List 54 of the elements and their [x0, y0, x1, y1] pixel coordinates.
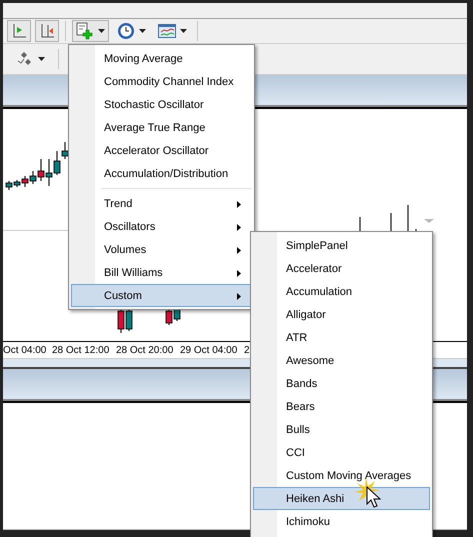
menu-item[interactable]: Commodity Channel Index [71, 70, 252, 93]
menu-item[interactable]: Average True Range [71, 116, 252, 139]
menu-item[interactable]: CCI [253, 441, 430, 464]
caret-icon [180, 29, 187, 33]
toolbar-button[interactable] [7, 20, 31, 42]
menu-item[interactable]: Awesome [253, 349, 430, 372]
menu-item[interactable]: Accelerator Oscillator [71, 139, 252, 162]
menu-item-label: Accelerator Oscillator [104, 145, 209, 157]
toolbar-button[interactable] [35, 20, 59, 42]
menu-item[interactable]: Accumulation/Distribution [71, 162, 252, 185]
menu-item[interactable]: Trend [71, 192, 252, 215]
menu-item-label: Commodity Channel Index [104, 76, 234, 88]
time-axis-label: 28 Oct 20:00 [116, 344, 174, 356]
menu-item[interactable]: Volumes [71, 238, 252, 261]
menu-item-label: Stochastic Oscillator [104, 99, 204, 111]
scroll-marker-icon [424, 219, 434, 223]
toolbar-button[interactable] [72, 20, 109, 42]
time-axis-label: 29 Oct 04:00 [180, 344, 238, 356]
time-axis-label: 28 Oct 12:00 [52, 344, 110, 356]
chart-shift-icon [39, 23, 55, 39]
chart-scroll-icon [11, 23, 27, 39]
caret-icon [139, 29, 146, 33]
menu-item[interactable]: Oscillators [71, 215, 252, 238]
menu-item-label: Accumulation/Distribution [104, 168, 228, 180]
menu-item-label: Trend [104, 198, 132, 210]
menu-item[interactable]: Moving Average [71, 47, 252, 70]
menu-item[interactable]: Accelerator [253, 257, 430, 280]
menu-item[interactable]: ATR [253, 326, 430, 349]
menu-item[interactable]: Alligator [253, 303, 430, 326]
menu-item[interactable]: Heiken Ashi [253, 487, 430, 510]
time-axis-label: Oct 04:00 [3, 344, 48, 356]
menu-item-label: Average True Range [104, 122, 206, 134]
menu-item[interactable]: Bulls [253, 418, 430, 441]
caret-icon [98, 29, 105, 33]
menu-item-label: Volumes [104, 244, 146, 256]
menu-item-label: Oscillators [104, 221, 156, 233]
time-axis-label: 2 [244, 344, 251, 356]
menu-item[interactable]: Custom [71, 284, 252, 307]
menu-item-label: Bill Williams [104, 267, 163, 279]
menu-item[interactable]: Bears [253, 395, 430, 418]
menu-item-label: Custom [104, 290, 142, 302]
add-indicator-icon [76, 22, 94, 40]
template-icon [158, 23, 176, 39]
clock-icon [117, 22, 135, 40]
menu-item[interactable]: Bill Williams [71, 261, 252, 284]
menu-item[interactable]: Ichimoku [253, 510, 430, 533]
caret-icon [38, 57, 45, 61]
menu-item[interactable]: Stochastic Oscillator [71, 93, 252, 116]
menu-item[interactable]: Custom Moving Averages [253, 464, 430, 487]
menu-item[interactable]: Accumulation [253, 280, 430, 303]
menu-item[interactable]: Bands [253, 372, 430, 395]
menu-item[interactable]: SimplePanel [253, 234, 430, 257]
objects-icon [16, 51, 34, 67]
menu-item-label: Moving Average [104, 53, 183, 65]
